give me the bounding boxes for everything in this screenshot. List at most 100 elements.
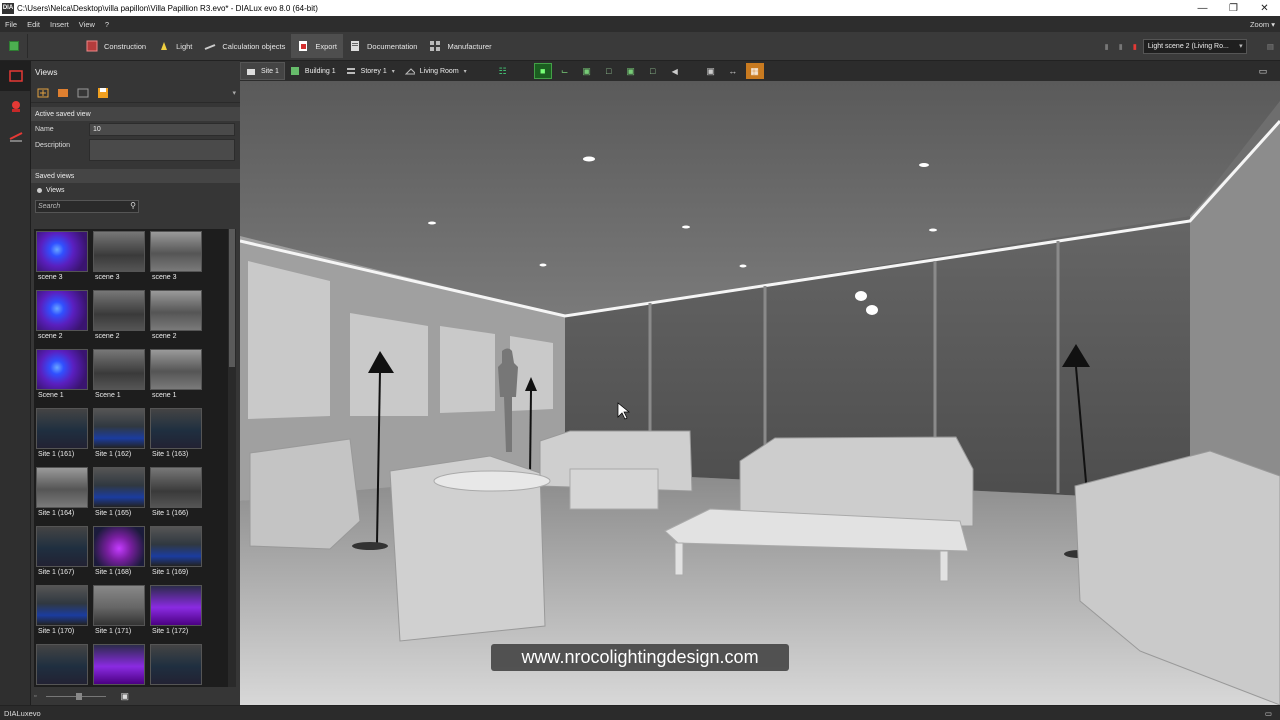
thumb-size-slider[interactable]	[46, 692, 107, 700]
saved-view-thumbnail[interactable]: Site 1 (171)	[93, 585, 147, 640]
saved-view-thumbnail[interactable]: Scene 1	[36, 349, 90, 404]
saved-view-thumbnail[interactable]: Site 1 (167)	[36, 526, 90, 581]
saved-view-thumbnail[interactable]: Site 1 (166)	[150, 467, 204, 522]
large-thumbs-icon[interactable]: ▣	[120, 691, 129, 702]
thumbnail-caption: scene 3	[152, 274, 177, 281]
export-button[interactable]: Export	[291, 34, 344, 58]
menu-edit[interactable]: Edit	[22, 20, 45, 29]
thumbnail-caption	[150, 685, 204, 687]
views-mode-button[interactable]	[0, 61, 31, 91]
thumbnail-caption: Scene 1	[38, 392, 64, 399]
building-label: Building 1	[304, 67, 336, 75]
saved-view-thumbnail[interactable]: Scene 1	[93, 349, 147, 404]
saved-view-thumbnail[interactable]	[93, 644, 147, 687]
panel-toggle-button[interactable]: ▤	[1261, 34, 1280, 58]
thumbnail-image	[93, 231, 145, 272]
saved-view-thumbnail[interactable]: Site 1 (161)	[36, 408, 90, 463]
screen-button[interactable]: ▭	[1254, 63, 1272, 79]
manufacturer-button[interactable]: Manufacturer	[423, 34, 497, 58]
views-icon	[8, 70, 23, 82]
views-tab-dot-icon	[37, 188, 42, 193]
restore-icon[interactable]: ❐	[1218, 0, 1249, 16]
menu-insert[interactable]: Insert	[45, 20, 74, 29]
3d-viewport[interactable]: www.nrocolightingdesign.com	[240, 81, 1280, 705]
thumbnail-caption: Site 1 (167)	[38, 569, 75, 576]
search-icon[interactable]: ⚲	[130, 201, 136, 210]
site-selector[interactable]: Site 1	[240, 62, 285, 80]
construction-button[interactable]: Construction	[80, 34, 152, 58]
view-front-button[interactable]: ▣	[622, 63, 640, 79]
light-scene-select[interactable]: Light scene 2 (Living Ro... ▾	[1142, 38, 1247, 54]
thumbnail-image	[93, 290, 145, 331]
saved-view-thumbnail[interactable]: scene 3	[36, 231, 90, 286]
view-3d-button[interactable]: ■	[533, 63, 552, 79]
thumbnail-caption: Site 1 (166)	[152, 510, 189, 517]
saved-view-thumbnail[interactable]: Site 1 (170)	[36, 585, 90, 640]
menu-file[interactable]: File	[0, 20, 22, 29]
saved-view-thumbnail[interactable]: Site 1 (169)	[150, 526, 204, 581]
calculation-objects-button[interactable]: Calculation objects	[198, 34, 291, 58]
measure-button[interactable]: ↔	[724, 63, 742, 79]
storey-selector[interactable]: Storey 1 ▾	[341, 62, 400, 80]
collapse-button[interactable]: ◀	[666, 63, 684, 79]
measure-icon	[9, 132, 22, 142]
view-side-button[interactable]: □	[644, 63, 662, 79]
close-icon[interactable]: ✕	[1249, 0, 1280, 16]
saved-view-thumbnail[interactable]: Site 1 (168)	[93, 526, 147, 581]
view-walls-button[interactable]: ▣	[578, 63, 596, 79]
description-field[interactable]	[89, 139, 235, 161]
menu-bar: File Edit Insert View ? Zoom ▾	[0, 16, 1280, 32]
saved-view-thumbnail[interactable]: Site 1 (165)	[93, 467, 147, 522]
views-tab[interactable]: Views	[31, 183, 240, 198]
saved-view-thumbnail[interactable]: scene 2	[36, 290, 90, 345]
light-scene-tools[interactable]: ▮ ▮ ▮	[1098, 34, 1142, 58]
saved-view-thumbnail[interactable]: Site 1 (162)	[93, 408, 147, 463]
rendered-scene[interactable]	[240, 81, 1280, 705]
search-placeholder: Search	[38, 202, 61, 210]
status-bar: DIALuxevo ▭	[0, 705, 1280, 720]
small-thumbs-icon[interactable]: ▫	[34, 693, 36, 700]
saved-view-thumbnail[interactable]: Site 1 (164)	[36, 467, 90, 522]
edit-view-button[interactable]	[75, 85, 91, 101]
saved-view-thumbnail[interactable]: Site 1 (172)	[150, 585, 204, 640]
room-selector[interactable]: Living Room ▾	[400, 62, 472, 80]
site-label: Site 1	[261, 67, 279, 75]
saved-view-thumbnail[interactable]: scene 2	[150, 290, 204, 345]
name-field[interactable]: 10	[89, 122, 235, 136]
save-view-button[interactable]	[55, 85, 71, 101]
status-window-icon[interactable]: ▭	[1265, 709, 1272, 718]
manufacturer-icon	[429, 40, 441, 52]
search-input[interactable]: Search ⚲	[35, 199, 139, 213]
add-view-button[interactable]	[35, 85, 51, 101]
zoom-menu[interactable]: Zoom ▾	[1245, 20, 1280, 29]
layer-tool-button[interactable]: ☷	[494, 63, 512, 79]
minimize-icon[interactable]: —	[1187, 0, 1218, 16]
saved-view-thumbnail[interactable]: scene 1	[150, 349, 204, 404]
thumbnail-caption: Site 1 (161)	[38, 451, 75, 458]
light-button[interactable]: Light	[152, 34, 198, 58]
slider-knob[interactable]	[76, 692, 83, 700]
save-button[interactable]	[0, 34, 28, 58]
saved-view-thumbnail[interactable]: scene 3	[150, 231, 204, 286]
cube-wire-icon: □	[605, 66, 612, 76]
fit-view-button[interactable]: ▣	[702, 63, 720, 79]
export-view-button[interactable]	[95, 85, 111, 101]
documentation-button[interactable]: Documentation	[343, 34, 423, 58]
saved-view-thumbnail[interactable]: scene 2	[93, 290, 147, 345]
scrollbar-thumb[interactable]	[229, 229, 235, 367]
false-color-button[interactable]: ▦	[745, 63, 764, 79]
views-panel: Views ▾ Active saved view Name 10 Descri…	[31, 61, 240, 705]
menu-help[interactable]: ?	[100, 20, 114, 29]
saved-view-thumbnail[interactable]	[150, 644, 204, 687]
camera-mode-button[interactable]	[0, 91, 31, 121]
view-wire-button[interactable]: □	[600, 63, 618, 79]
view-floor-button[interactable]: ⌙	[556, 63, 574, 79]
thumbs-scrollbar[interactable]	[228, 229, 236, 687]
chevron-down-icon[interactable]: ▾	[232, 89, 240, 97]
saved-view-thumbnail[interactable]: Site 1 (163)	[150, 408, 204, 463]
building-selector[interactable]: Building 1	[285, 62, 341, 80]
menu-view[interactable]: View	[74, 20, 100, 29]
measure-mode-button[interactable]	[0, 121, 31, 151]
saved-view-thumbnail[interactable]: scene 3	[93, 231, 147, 286]
saved-view-thumbnail[interactable]	[36, 644, 90, 687]
